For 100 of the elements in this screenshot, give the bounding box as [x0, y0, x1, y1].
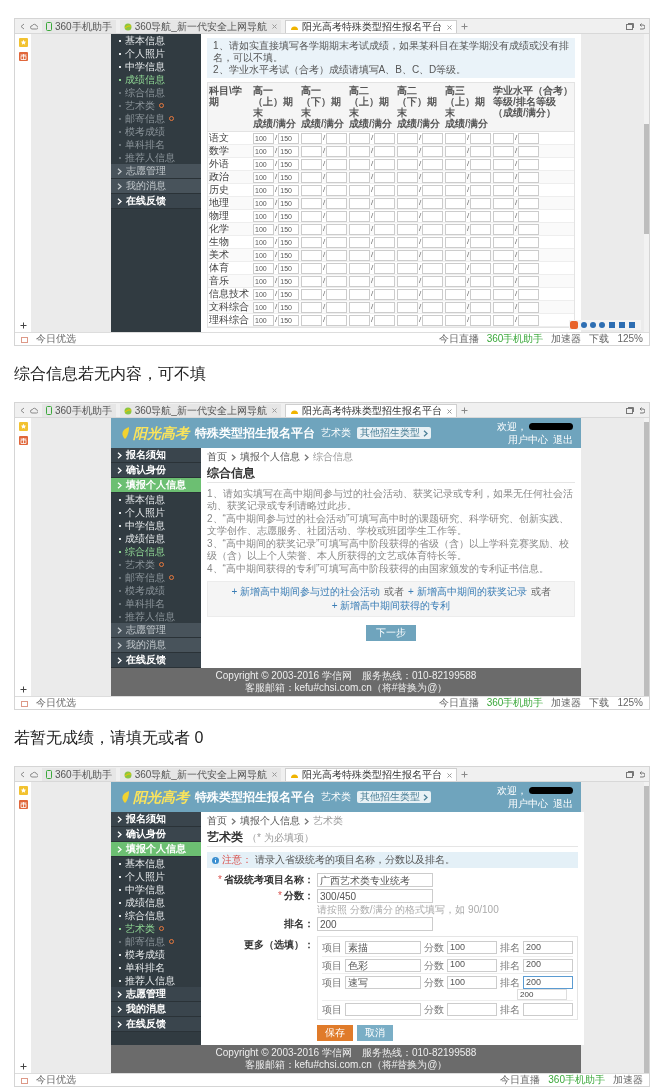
score-field[interactable] [349, 301, 370, 313]
star-icon[interactable] [18, 422, 28, 431]
score-field[interactable] [397, 262, 418, 274]
score-field[interactable] [445, 210, 466, 222]
score-field[interactable] [397, 145, 418, 157]
status-item[interactable]: 加速器 [551, 698, 582, 708]
score-field[interactable] [301, 301, 322, 313]
add-link[interactable]: + 新增高中期间的获奖记录 [408, 586, 527, 598]
full-score-field[interactable] [422, 210, 444, 222]
full-score-field[interactable] [326, 223, 348, 235]
score-field[interactable] [445, 314, 466, 326]
full-score-field[interactable] [374, 210, 396, 222]
full-score-field[interactable] [470, 301, 492, 313]
item-field[interactable]: 色彩 [345, 958, 421, 972]
score-field[interactable] [447, 1002, 497, 1016]
score-field[interactable] [493, 145, 514, 157]
score-field[interactable] [301, 132, 322, 144]
score-field[interactable] [349, 262, 370, 274]
sidebar-group-item[interactable]: 我的消息 [111, 179, 201, 194]
score-field[interactable] [397, 171, 418, 183]
breadcrumb-link[interactable]: 填报个人信息 [240, 816, 300, 826]
score-field[interactable] [445, 288, 466, 300]
full-score-field[interactable] [470, 236, 492, 248]
full-score-field[interactable] [374, 288, 396, 300]
score-field[interactable] [349, 145, 370, 157]
full-score-field[interactable] [518, 249, 540, 261]
score-field[interactable] [397, 223, 418, 235]
full-score-field[interactable] [374, 197, 396, 209]
score-field[interactable] [349, 197, 370, 209]
cloud-icon[interactable] [30, 407, 38, 414]
score-field[interactable]: 100 [447, 958, 497, 972]
full-score-field[interactable] [374, 275, 396, 287]
score-field[interactable] [301, 288, 322, 300]
score-field[interactable] [445, 158, 466, 170]
add-link[interactable]: + 新增高中期间参与过的社会活动 [231, 586, 380, 598]
full-score-field[interactable] [374, 158, 396, 170]
score-field[interactable] [349, 158, 370, 170]
browser-tab[interactable]: 360手机助手 [42, 404, 116, 417]
score-field[interactable] [301, 262, 322, 274]
full-score-field[interactable] [422, 132, 444, 144]
score-field[interactable] [349, 223, 370, 235]
score-field[interactable] [493, 171, 514, 183]
back-icon[interactable] [19, 407, 26, 414]
score-field[interactable] [493, 236, 514, 248]
full-score-field[interactable] [518, 132, 540, 144]
star-icon[interactable] [18, 786, 28, 795]
back-icon[interactable] [19, 771, 26, 778]
full-score-field[interactable] [326, 210, 348, 222]
sidebar-item[interactable]: 单科排名 [111, 138, 201, 151]
full-score-field[interactable] [422, 223, 444, 235]
full-score-field[interactable] [518, 314, 540, 326]
score-field[interactable] [493, 132, 514, 144]
full-score-field[interactable] [470, 145, 492, 157]
score-field[interactable] [397, 301, 418, 313]
close-icon[interactable] [271, 24, 277, 29]
status-item[interactable]: 下载 [589, 698, 610, 708]
full-score-field[interactable] [326, 197, 348, 209]
score-field[interactable] [349, 275, 370, 287]
full-score-field[interactable] [326, 184, 348, 196]
full-score-field[interactable] [470, 171, 492, 183]
full-score-field[interactable] [470, 223, 492, 235]
full-score-field[interactable] [326, 145, 348, 157]
browser-tab[interactable]: 阳光高考特殊类型招生报名平台 [284, 404, 457, 417]
score-field[interactable] [349, 249, 370, 261]
score-field[interactable] [493, 210, 514, 222]
close-icon[interactable] [446, 408, 452, 414]
add-link[interactable]: + 新增高中期间获得的专利 [331, 600, 451, 612]
text-field[interactable]: 广西艺术类专业统考 [317, 873, 433, 887]
browser-tab[interactable]: 360手机助手 [42, 20, 116, 33]
full-score-field[interactable] [326, 171, 348, 183]
star-icon[interactable] [18, 38, 28, 47]
sidebar-group-item[interactable]: 在线反馈 [111, 653, 201, 668]
full-score-field[interactable] [326, 314, 348, 326]
plus-icon[interactable] [19, 1063, 27, 1070]
close-icon[interactable] [271, 408, 277, 413]
full-score-field[interactable] [470, 262, 492, 274]
score-field[interactable] [301, 236, 322, 248]
sidebar-item[interactable]: 基本信息 [111, 34, 201, 47]
score-field[interactable] [445, 223, 466, 235]
full-score-field[interactable] [518, 158, 540, 170]
score-field[interactable] [301, 210, 322, 222]
score-field[interactable] [301, 223, 322, 235]
score-field[interactable] [493, 275, 514, 287]
full-score-field[interactable] [374, 145, 396, 157]
score-field[interactable] [445, 262, 466, 274]
breadcrumb-link[interactable]: 首页 [207, 452, 227, 462]
rank-field[interactable]: 200 [523, 958, 573, 972]
scrollbar[interactable] [644, 34, 649, 332]
full-score-field[interactable] [326, 301, 348, 313]
sidebar-group-item[interactable]: 在线反馈 [111, 194, 201, 209]
text-field[interactable]: 200 [317, 917, 433, 931]
sidebar-item[interactable]: 邮寄信息 [111, 571, 201, 584]
full-score-field[interactable] [326, 275, 348, 287]
sidebar-group-item[interactable]: 在线反馈 [111, 1017, 201, 1032]
score-field[interactable] [445, 275, 466, 287]
sidebar-group-item[interactable]: 确认身份 [111, 463, 201, 478]
rank-field[interactable] [523, 1002, 573, 1016]
sidebar-item[interactable]: 推荐人信息 [111, 151, 201, 164]
undo-icon[interactable] [638, 771, 645, 778]
score-field[interactable] [397, 314, 418, 326]
